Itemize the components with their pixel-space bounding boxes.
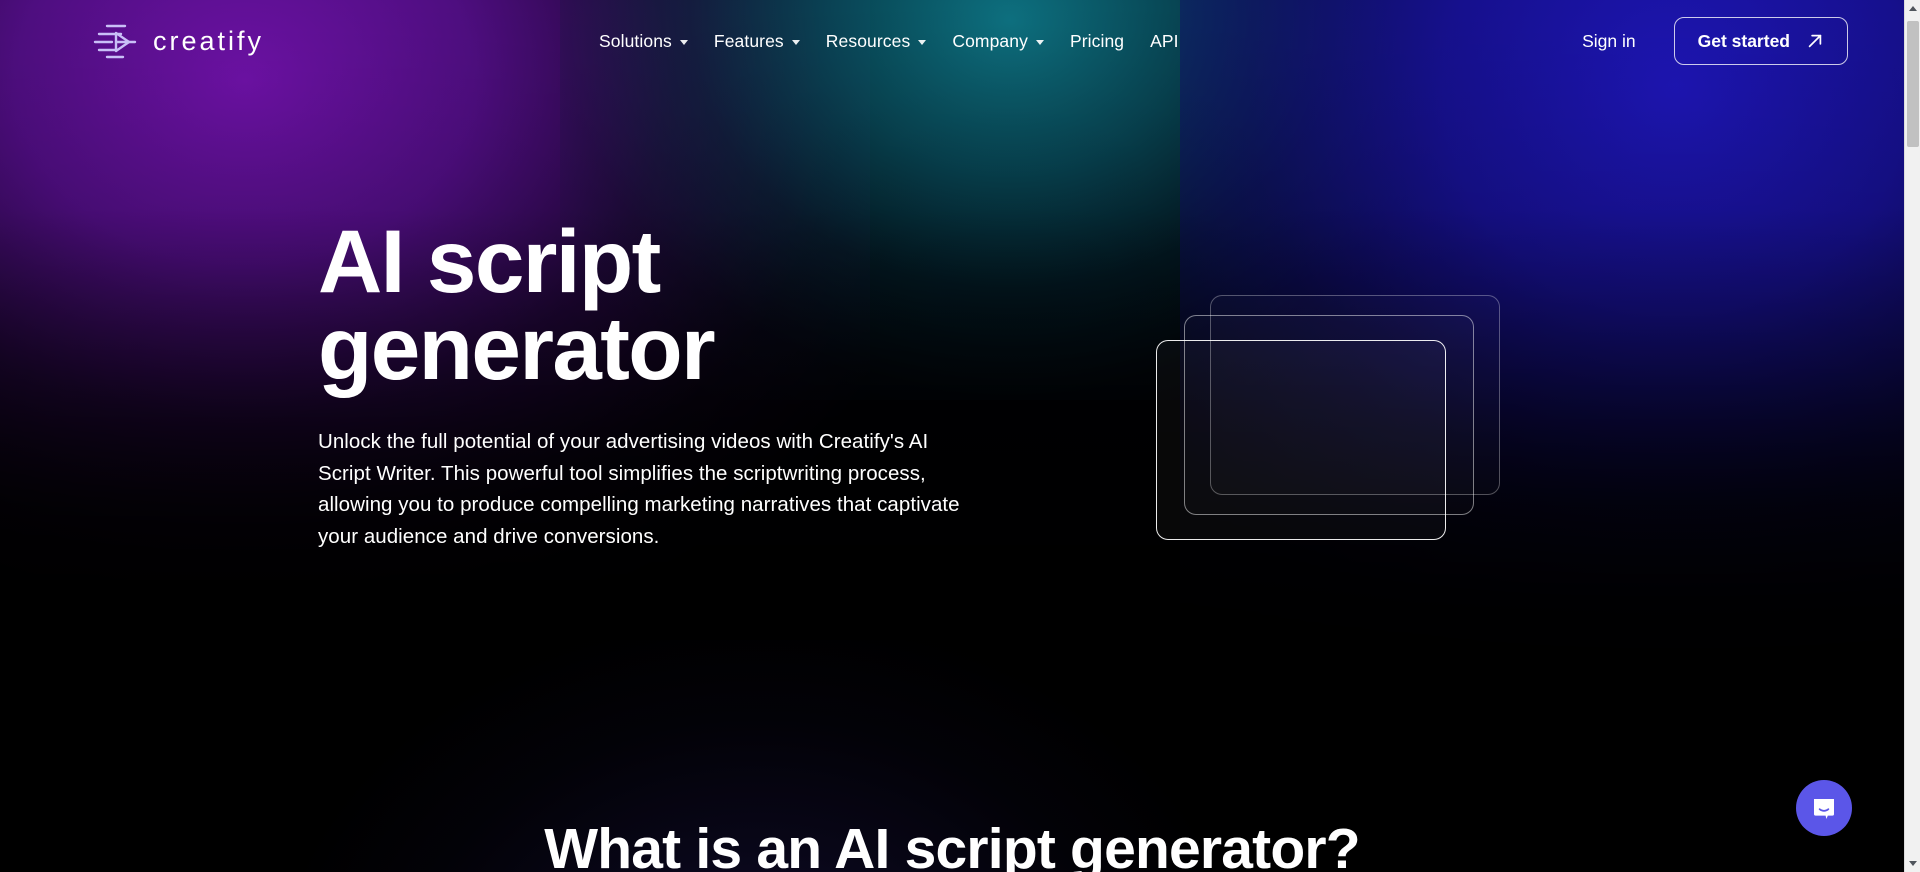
header-actions: Sign in Get started xyxy=(1568,0,1848,82)
chevron-down-icon xyxy=(1035,39,1044,45)
browser-scrollbar[interactable] xyxy=(1904,0,1920,872)
chevron-down-icon xyxy=(679,39,688,45)
chevron-down-icon xyxy=(791,39,800,45)
nav-item-api[interactable]: API xyxy=(1137,0,1192,82)
chat-launcher-button[interactable] xyxy=(1796,780,1852,836)
nav-item-features[interactable]: Features xyxy=(701,0,813,82)
nav-item-resources[interactable]: Resources xyxy=(813,0,940,82)
creatify-logo[interactable]: creatify xyxy=(92,21,264,61)
creatify-speed-arrow-icon xyxy=(92,21,138,61)
browser-viewport: creatify Solutions Features Resources Co… xyxy=(0,0,1904,872)
nav-item-solutions[interactable]: Solutions xyxy=(586,0,701,82)
nav-label: Company xyxy=(952,30,1028,51)
scroll-down-arrow-icon[interactable] xyxy=(1905,855,1920,872)
site-header: creatify Solutions Features Resources Co… xyxy=(0,0,1904,82)
page-root: creatify Solutions Features Resources Co… xyxy=(0,0,1920,872)
scroll-up-arrow-icon[interactable] xyxy=(1905,0,1920,17)
scrollbar-thumb[interactable] xyxy=(1907,21,1919,147)
hero-subtitle: Unlock the full potential of your advert… xyxy=(318,430,960,548)
nav-label: Pricing xyxy=(1069,30,1125,51)
nav-label: API xyxy=(1150,30,1179,51)
nav-label: Solutions xyxy=(599,30,672,51)
section-heading: What is an AI script generator? xyxy=(544,817,1360,872)
triangle-down-glyph xyxy=(1909,861,1917,866)
nav-item-pricing[interactable]: Pricing xyxy=(1057,0,1137,82)
nav-label: Features xyxy=(713,30,784,51)
hero-content: AI script generator Unlock the full pote… xyxy=(318,211,1018,552)
intercom-chat-bubble-icon xyxy=(1809,793,1839,823)
triangle-up-glyph xyxy=(1909,6,1917,11)
chevron-down-icon xyxy=(918,39,927,45)
nav-label: Resources xyxy=(825,30,911,51)
creatify-wordmark: creatify xyxy=(153,25,265,56)
card-outline-front xyxy=(1156,340,1446,540)
get-started-label: Get started xyxy=(1697,30,1790,51)
sign-in-link[interactable]: Sign in xyxy=(1568,23,1650,60)
get-started-button[interactable]: Get started xyxy=(1673,17,1848,65)
arrow-up-right-icon xyxy=(1806,32,1824,50)
nav-item-company[interactable]: Company xyxy=(939,0,1057,82)
stacked-cards-illustration xyxy=(1155,280,1555,560)
page-title: AI script generator xyxy=(318,211,716,399)
main-navigation: Solutions Features Resources Company Pri… xyxy=(586,0,1192,82)
